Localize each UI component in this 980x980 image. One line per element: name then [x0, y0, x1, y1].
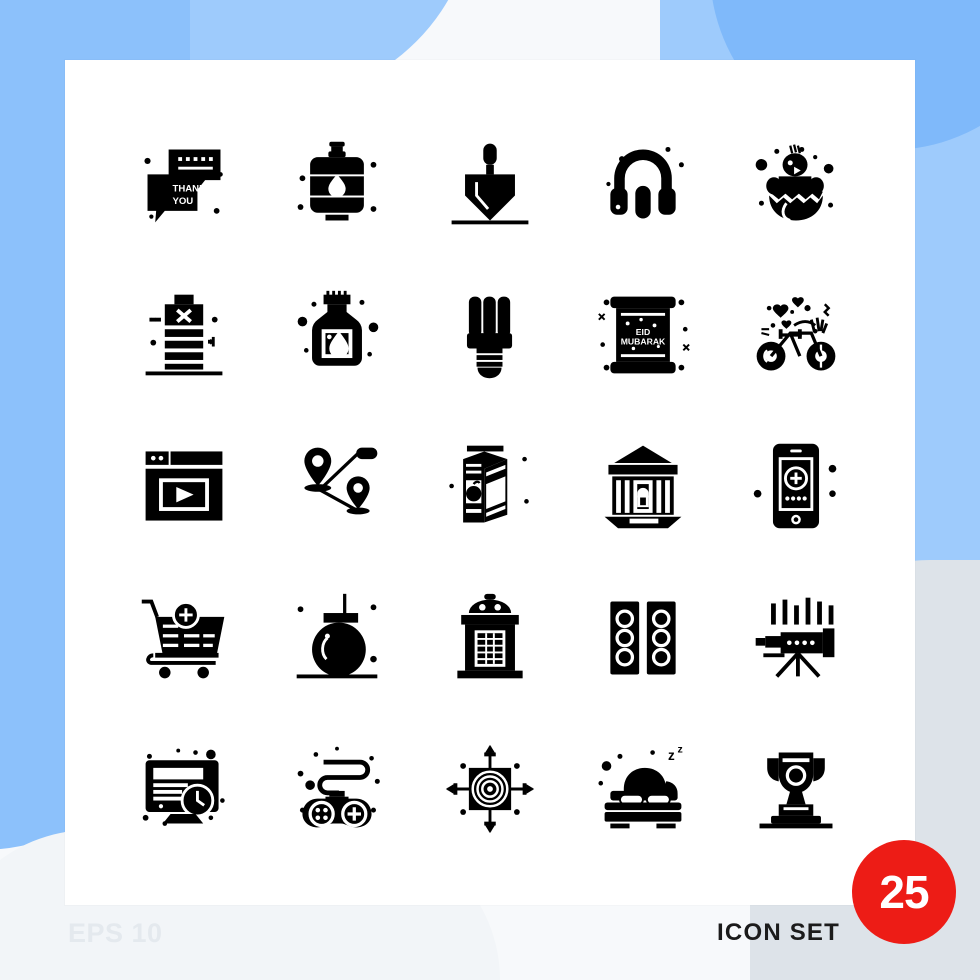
- icon-count-badge: 25: [852, 840, 956, 944]
- icon-cell-energy-saver-bulb[interactable]: [413, 259, 566, 410]
- icon-cell-sleeping-bed[interactable]: z z: [567, 714, 720, 865]
- icon-cell-bomb[interactable]: [260, 562, 413, 713]
- icon-cell-target-arrows[interactable]: [413, 714, 566, 865]
- icon-card: THANK YOU EID MUBARAK z z: [65, 60, 915, 905]
- icon-text-thank: THANK: [172, 183, 206, 194]
- icon-cell-stereo-speakers[interactable]: [567, 562, 720, 713]
- icon-cell-secure-bank[interactable]: [567, 411, 720, 562]
- icon-grid: THANK YOU EID MUBARAK z z: [65, 60, 915, 905]
- icon-cell-trowel[interactable]: [413, 108, 566, 259]
- icon-cell-map-route-pins[interactable]: [260, 411, 413, 562]
- icon-cell-ramadan-lantern[interactable]: [413, 562, 566, 713]
- icon-cell-battery-empty[interactable]: [107, 259, 260, 410]
- icon-set-label: ICON SET: [717, 919, 840, 946]
- icon-cell-telescope[interactable]: [720, 562, 873, 713]
- icon-cell-add-mobile-app[interactable]: [720, 411, 873, 562]
- icon-count-number: 25: [879, 866, 929, 918]
- icon-cell-juice-carton[interactable]: [413, 411, 566, 562]
- icon-cell-thank-you-chat[interactable]: THANK YOU: [107, 108, 260, 259]
- icon-cell-gas-cylinder[interactable]: [260, 108, 413, 259]
- icon-text-z-small: z: [668, 748, 675, 763]
- eps-version-label: EPS 10: [68, 918, 163, 948]
- icon-cell-love-bicycle[interactable]: [720, 259, 873, 410]
- icon-text-z-tiny: z: [678, 744, 683, 756]
- icon-cell-headphones[interactable]: [567, 108, 720, 259]
- icon-cell-hatching-chick[interactable]: [720, 108, 873, 259]
- icon-cell-eid-mubarak-banner[interactable]: EID MUBARAK: [567, 259, 720, 410]
- icon-cell-ink-bottle[interactable]: [260, 259, 413, 410]
- icon-cell-gamepad[interactable]: [260, 714, 413, 865]
- icon-cell-add-to-cart[interactable]: [107, 562, 260, 713]
- icon-cell-video-player-window[interactable]: [107, 411, 260, 562]
- poster-canvas: THANK YOU EID MUBARAK z z EPS 10 ICON SE…: [0, 0, 980, 980]
- icon-cell-deadline-monitor[interactable]: [107, 714, 260, 865]
- icon-text-you: YOU: [172, 196, 193, 207]
- icon-text-mubarak: MUBARAK: [621, 337, 666, 347]
- icon-text-eid: EID: [636, 327, 650, 337]
- icon-cell-trophy[interactable]: [720, 714, 873, 865]
